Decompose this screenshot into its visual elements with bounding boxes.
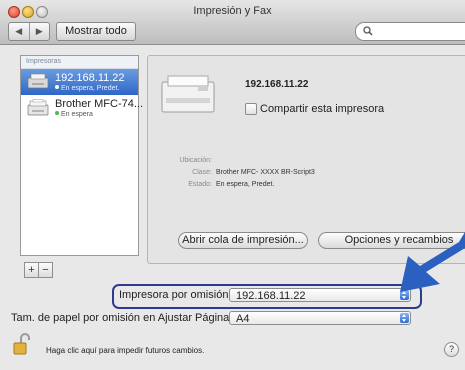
printer-list: Impresoras 192.168.11.22 En espera, Pred…	[20, 55, 143, 256]
printer-image-icon	[161, 75, 215, 113]
popup-arrows-icon	[400, 313, 409, 323]
status-dot-icon	[55, 85, 59, 89]
lock-icon[interactable]	[12, 333, 32, 355]
printer-status: En espera, Predet.	[55, 85, 119, 92]
popup-arrows-icon	[400, 290, 409, 300]
open-print-queue-button[interactable]: Abrir cola de impresión...	[178, 232, 308, 249]
paper-size-value: A4	[236, 313, 250, 325]
printer-list-item[interactable]: Brother MFC-74... En espera	[21, 95, 143, 121]
add-printer-button[interactable]: +	[25, 263, 38, 277]
printer-detail-panel: 192.168.11.22 Compartir esta impresora U…	[147, 55, 465, 264]
class-value: Brother MFC- XXXX BR-Script3	[216, 169, 315, 176]
default-printer-value: 192.168.11.22	[236, 290, 306, 302]
printer-list-header: Impresoras	[21, 56, 138, 69]
location-label: Ubicación:	[179, 157, 212, 164]
back-forward-control: ◀ ▶	[8, 22, 50, 41]
search-field[interactable]	[355, 22, 465, 41]
add-remove-control: + −	[24, 262, 53, 278]
printer-status: En espera	[55, 111, 93, 118]
help-button[interactable]: ?	[444, 342, 459, 357]
status-value: En espera, Predet.	[216, 181, 275, 188]
status-label: Estado:	[188, 181, 212, 188]
checkbox-icon[interactable]	[245, 103, 257, 115]
back-arrow-icon[interactable]: ◀	[9, 23, 29, 40]
mfc-printer-icon	[27, 99, 49, 116]
selected-printer-name: 192.168.11.22	[245, 79, 309, 90]
options-supplies-button[interactable]: Opciones y recambios	[318, 232, 465, 249]
printer-list-item[interactable]: 192.168.11.22 En espera, Predet.	[21, 69, 138, 95]
default-printer-label: Impresora por omisión:	[119, 289, 232, 301]
paper-size-popup[interactable]: A4	[229, 311, 411, 325]
status-dot-icon	[55, 111, 59, 115]
printer-name: Brother MFC-74...	[55, 98, 144, 110]
share-printer-checkbox[interactable]: Compartir esta impresora	[245, 103, 384, 115]
remove-printer-button[interactable]: −	[38, 263, 52, 277]
show-all-button[interactable]: Mostrar todo	[56, 22, 136, 41]
printer-info: Ubicación: Clase: Brother MFC- XXXX BR-S…	[148, 157, 465, 193]
class-label: Clase:	[192, 169, 212, 176]
paper-size-label: Tam. de papel por omisión en Ajustar Pág…	[11, 312, 233, 324]
forward-arrow-icon[interactable]: ▶	[28, 23, 50, 40]
window-title: Impresión y Fax	[193, 5, 272, 17]
network-printer-icon	[27, 73, 49, 89]
lock-message[interactable]: Haga clic aquí para impedir futuros camb…	[46, 346, 204, 355]
printer-name: 192.168.11.22	[55, 72, 125, 84]
share-printer-label: Compartir esta impresora	[260, 103, 385, 115]
window-toolbar: Impresión y Fax ◀ ▶ Mostrar todo	[0, 0, 465, 45]
default-printer-popup[interactable]: 192.168.11.22	[229, 288, 411, 302]
search-icon	[363, 26, 373, 36]
